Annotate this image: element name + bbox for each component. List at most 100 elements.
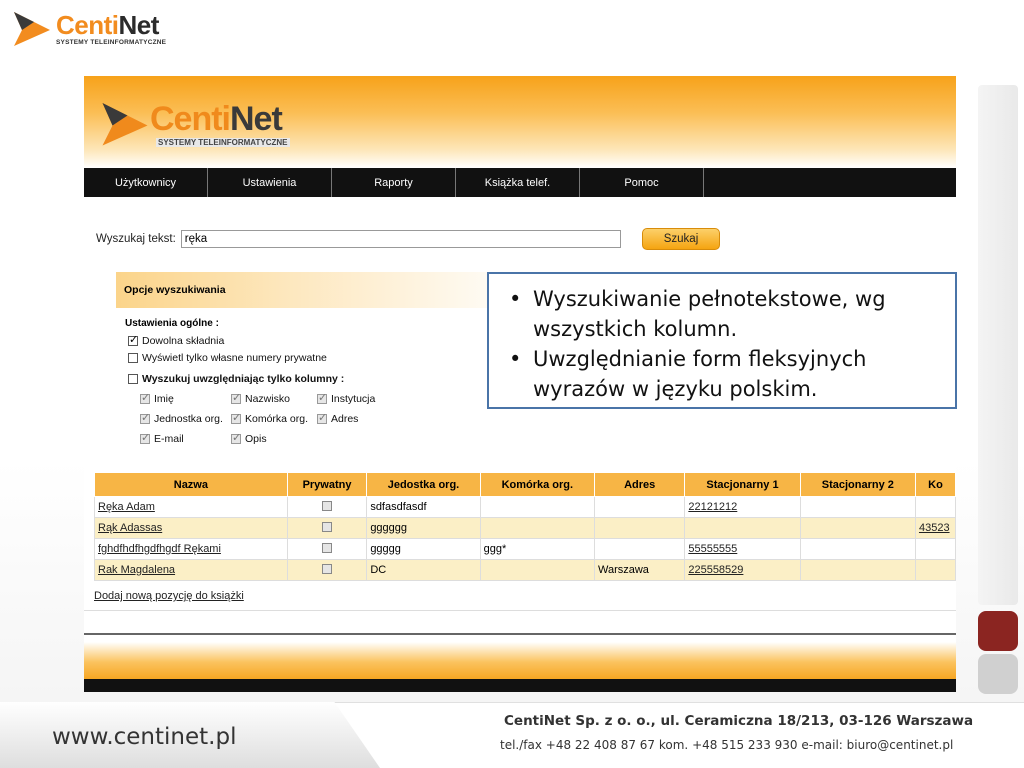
app-logo-text: CentiNet xyxy=(150,100,283,138)
column-header-unit[interactable]: Jedostka org. xyxy=(366,472,481,497)
phone1-link[interactable]: 22121212 xyxy=(688,501,737,513)
option-private-only-label: Wyświetl tylko własne numery prywatne xyxy=(142,352,327,364)
phone1-link[interactable]: 225558529 xyxy=(688,564,743,576)
cell-unit: DC xyxy=(366,559,481,581)
column-email-label: E-mail xyxy=(154,433,184,445)
app-logo-mark-icon xyxy=(102,103,148,146)
extra-link[interactable]: 43523 xyxy=(919,522,950,534)
app-logo-tagline: SYSTEMY TELEINFORMATYCZNE xyxy=(156,138,290,147)
menu-reports[interactable]: Raporty xyxy=(332,168,456,197)
checkbox-description[interactable] xyxy=(231,431,241,444)
general-settings-label: Ustawienia ogólne : xyxy=(125,318,219,329)
column-cell-label: Komórka org. xyxy=(245,413,309,425)
search-row: Wyszukaj tekst: xyxy=(96,228,621,250)
search-options-title: Opcje wyszukiwania xyxy=(116,272,536,308)
checkbox-columns-only[interactable] xyxy=(128,374,138,384)
cell-cell: ggg* xyxy=(479,538,595,560)
app-logo: CentiNet SYSTEMY TELEINFORMATYCZNE xyxy=(100,96,320,152)
slide-logo-text: CentiNet xyxy=(56,10,159,40)
cell-address: Warszawa xyxy=(593,559,686,581)
cell-cell xyxy=(479,496,595,518)
checkbox-unit[interactable] xyxy=(140,411,150,424)
column-option-cell[interactable]: Komórka org. xyxy=(231,411,309,425)
column-option-address[interactable]: Adres xyxy=(317,411,358,425)
table-row: Ręka Adam sdfasdfasdf 22121212 xyxy=(94,496,956,518)
app-footer-bar xyxy=(84,679,956,692)
checkbox-first-name[interactable] xyxy=(140,391,150,404)
cell-unit: sdfasdfasdf xyxy=(366,496,481,518)
phone1-link[interactable]: 55555555 xyxy=(688,543,737,555)
private-checkbox[interactable] xyxy=(322,521,333,532)
cell-address xyxy=(593,496,686,518)
menu-help[interactable]: Pomoc xyxy=(580,168,704,197)
cell-unit: gggggg xyxy=(366,517,481,539)
private-checkbox[interactable] xyxy=(322,542,333,553)
entry-name-link[interactable]: Rak Magdalena xyxy=(98,564,175,576)
feature-list: Wyszukiwanie pełnotekstowe, wg wszystkic… xyxy=(501,284,943,404)
cell-phone2 xyxy=(799,517,916,539)
column-header-address[interactable]: Adres xyxy=(593,472,686,497)
column-last-name-label: Nazwisko xyxy=(245,393,290,405)
website-text: www.centinet.pl xyxy=(52,724,237,750)
add-entry-link[interactable]: Dodaj nową pozycję do książki xyxy=(94,590,244,602)
feature-callout: Wyszukiwanie pełnotekstowe, wg wszystkic… xyxy=(487,272,957,409)
column-header-cell[interactable]: Komórka org. xyxy=(479,472,595,497)
table-header-row: Nazwa Prywatny Jedostka org. Komórka org… xyxy=(94,472,956,497)
cell-phone2 xyxy=(799,538,916,560)
checkbox-email[interactable] xyxy=(140,431,150,444)
column-header-phone2[interactable]: Stacjonarny 2 xyxy=(799,472,916,497)
column-description-label: Opis xyxy=(245,433,267,445)
results-table: Nazwa Prywatny Jedostka org. Komórka org… xyxy=(94,472,956,581)
checkbox-last-name[interactable] xyxy=(231,391,241,404)
table-row: Rąk Adassas gggggg 43523 xyxy=(94,517,956,539)
option-columns-only[interactable]: Wyszukuj uwzględniając tylko kolumny : xyxy=(128,373,344,385)
feature-item: Uwzględnianie form fleksyjnych wyrazów w… xyxy=(501,344,943,404)
menu-phonebook[interactable]: Książka telef. xyxy=(456,168,580,197)
checkbox-private-only[interactable] xyxy=(128,353,138,363)
option-columns-only-label: Wyszukuj uwzględniając tylko kolumny : xyxy=(142,373,345,385)
column-option-unit[interactable]: Jednostka org. xyxy=(140,411,223,425)
private-checkbox[interactable] xyxy=(322,563,333,574)
option-private-only[interactable]: Wyświetl tylko własne numery prywatne xyxy=(128,352,327,364)
menu-users[interactable]: Użytkownicy xyxy=(84,168,208,197)
checkbox-any-syntax[interactable] xyxy=(128,333,138,346)
side-red-block xyxy=(978,611,1018,651)
table-row: Rak Magdalena DC Warszawa 225558529 xyxy=(94,559,956,581)
main-menu: Użytkownicy Ustawienia Raporty Książka t… xyxy=(84,168,956,197)
table-row: fghdfhdfhgdfhgdf Rękami ggggg ggg* 55555… xyxy=(94,538,956,560)
divider xyxy=(84,610,956,611)
column-header-phone1[interactable]: Stacjonarny 1 xyxy=(684,472,801,497)
column-option-description[interactable]: Opis xyxy=(231,431,267,445)
slide-logo: CentiNet SYSTEMY TELEINFORMATYCZNE xyxy=(12,8,192,50)
checkbox-address[interactable] xyxy=(317,411,327,424)
column-header-name[interactable]: Nazwa xyxy=(94,472,288,497)
search-button[interactable]: Szukaj xyxy=(642,228,720,250)
column-first-name-label: Imię xyxy=(154,393,174,405)
checkbox-cell[interactable] xyxy=(231,411,241,424)
private-checkbox[interactable] xyxy=(322,500,333,511)
search-input[interactable] xyxy=(180,230,621,248)
cell-phone2 xyxy=(799,559,916,581)
column-header-extra[interactable]: Ko xyxy=(914,472,956,497)
search-label: Wyszukaj tekst: xyxy=(96,233,176,245)
divider xyxy=(84,633,956,635)
side-gray-block xyxy=(978,654,1018,694)
menu-settings[interactable]: Ustawienia xyxy=(208,168,332,197)
company-address: CentiNet Sp. z o. o., ul. Ceramiczna 18/… xyxy=(504,713,974,729)
entry-name-link[interactable]: Rąk Adassas xyxy=(98,522,162,534)
cell-cell xyxy=(479,517,595,539)
cell-unit: ggggg xyxy=(366,538,481,560)
checkbox-institution[interactable] xyxy=(317,391,327,404)
cell-phone2 xyxy=(799,496,916,518)
column-option-institution[interactable]: Instytucja xyxy=(317,391,375,405)
option-any-syntax-label: Dowolna składnia xyxy=(142,335,225,347)
app-header: CentiNet SYSTEMY TELEINFORMATYCZNE xyxy=(84,76,956,168)
option-any-syntax[interactable]: Dowolna składnia xyxy=(128,333,225,347)
entry-name-link[interactable]: Ręka Adam xyxy=(98,501,155,513)
slide-logo-tagline: SYSTEMY TELEINFORMATYCZNE xyxy=(56,39,167,46)
column-option-first-name[interactable]: Imię xyxy=(140,391,174,405)
column-header-private[interactable]: Prywatny xyxy=(286,472,368,497)
column-option-last-name[interactable]: Nazwisko xyxy=(231,391,290,405)
entry-name-link[interactable]: fghdfhdfhgdfhgdf Rękami xyxy=(98,543,221,555)
column-option-email[interactable]: E-mail xyxy=(140,431,184,445)
